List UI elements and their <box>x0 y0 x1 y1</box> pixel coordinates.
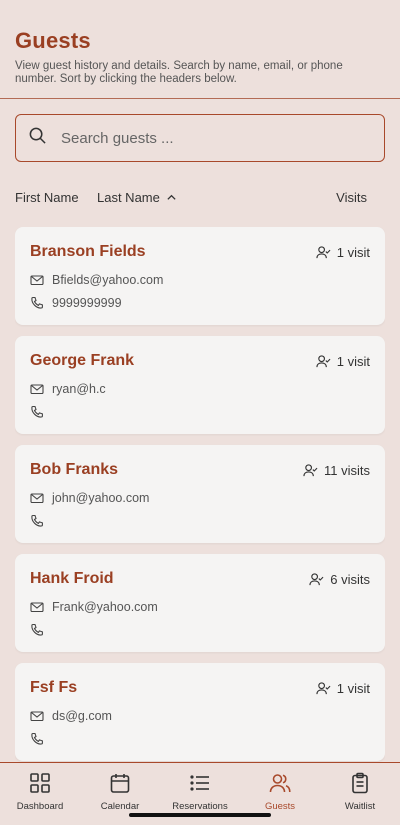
guest-card[interactable]: George Frank 1 visit ryan@h.c <box>15 336 385 434</box>
list-icon <box>190 775 209 791</box>
tab-dashboard[interactable]: Dashboard <box>0 763 80 825</box>
mail-icon <box>30 384 44 395</box>
user-check-icon <box>303 464 318 477</box>
search-input[interactable] <box>61 129 361 147</box>
tab-label: Reservations <box>172 801 228 812</box>
guest-name: George Frank <box>30 352 135 369</box>
guest-email-row: ryan@h.c <box>30 382 106 396</box>
visit-count: 6 visits <box>309 572 370 587</box>
visit-count-label: 11 visits <box>324 463 370 478</box>
visit-count: 1 visit <box>316 354 370 369</box>
guest-card[interactable]: Bob Franks 11 visits john@yahoo.com <box>15 445 385 543</box>
page-title: Guests <box>15 28 91 53</box>
mail-icon <box>30 602 44 613</box>
tab-waitlist[interactable]: Waitlist <box>320 763 400 825</box>
search-bar[interactable] <box>15 114 385 162</box>
guest-email-row: john@yahoo.com <box>30 491 149 505</box>
guest-name: Branson Fields <box>30 243 146 260</box>
sort-last-name[interactable]: Last Name <box>97 190 177 205</box>
visit-count-label: 1 visit <box>336 245 370 260</box>
guest-email: ryan@h.c <box>52 382 106 396</box>
page-subtitle: View guest history and details. Search b… <box>15 60 343 85</box>
sort-visits[interactable]: Visits <box>336 190 367 205</box>
guest-email-row: Bfields@yahoo.com <box>30 273 163 287</box>
tab-label: Dashboard <box>16 801 64 812</box>
phone-icon <box>31 296 43 309</box>
guest-name: Bob Franks <box>30 461 119 478</box>
guest-phone-row <box>30 732 52 746</box>
visit-count: 1 visit <box>316 681 370 696</box>
user-check-icon <box>316 682 331 695</box>
column-headers: First Name Last Name Visits <box>15 190 370 208</box>
home-indicator <box>129 813 271 817</box>
guest-list: Branson Fields 1 visit Bfields@yahoo.com… <box>15 227 385 762</box>
guest-card[interactable]: Branson Fields 1 visit Bfields@yahoo.com… <box>15 227 385 325</box>
chevron-up-icon <box>167 194 176 200</box>
sort-last-name-label: Last Name <box>97 190 160 205</box>
phone-icon <box>31 623 43 636</box>
visit-count-label: 1 visit <box>336 681 370 696</box>
guest-email-row: ds@g.com <box>30 709 112 723</box>
visit-count-label: 6 visits <box>330 572 370 587</box>
mail-icon <box>30 275 44 286</box>
guest-card[interactable]: Fsf Fs 1 visit ds@g.com <box>15 663 385 761</box>
guest-phone-row: 9999999999 <box>30 296 122 310</box>
guest-email: ds@g.com <box>52 709 112 723</box>
search-icon <box>28 126 47 150</box>
guest-phone-row <box>30 514 52 528</box>
guest-email: Bfields@yahoo.com <box>52 273 164 287</box>
visit-count: 1 visit <box>316 245 370 260</box>
mail-icon <box>30 711 44 722</box>
guest-email: Frank@yahoo.com <box>52 600 158 614</box>
mail-icon <box>30 493 44 504</box>
tab-label: Guests <box>264 801 296 812</box>
guest-name: Hank Froid <box>30 570 114 587</box>
users-icon <box>269 774 291 793</box>
user-check-icon <box>316 355 331 368</box>
clipboard-icon <box>352 772 368 794</box>
phone-icon <box>31 732 43 745</box>
visit-count: 11 visits <box>303 463 370 478</box>
sort-first-name[interactable]: First Name <box>15 190 79 205</box>
page-header: Guests View guest history and details. S… <box>0 0 400 99</box>
calendar-icon <box>110 774 130 793</box>
tab-label: Waitlist <box>344 801 376 812</box>
user-check-icon <box>309 573 324 586</box>
guest-email-row: Frank@yahoo.com <box>30 600 158 614</box>
phone-icon <box>31 514 43 527</box>
tab-label: Calendar <box>100 801 140 812</box>
phone-icon <box>31 405 43 418</box>
user-check-icon <box>316 246 331 259</box>
guest-phone: 9999999999 <box>52 296 122 310</box>
guest-email: john@yahoo.com <box>52 491 150 505</box>
guest-name: Fsf Fs <box>30 679 78 696</box>
grid-icon <box>30 773 50 793</box>
guest-phone-row <box>30 405 52 419</box>
guest-card[interactable]: Hank Froid 6 visits Frank@yahoo.com <box>15 554 385 652</box>
guest-phone-row <box>30 623 52 637</box>
visit-count-label: 1 visit <box>336 354 370 369</box>
